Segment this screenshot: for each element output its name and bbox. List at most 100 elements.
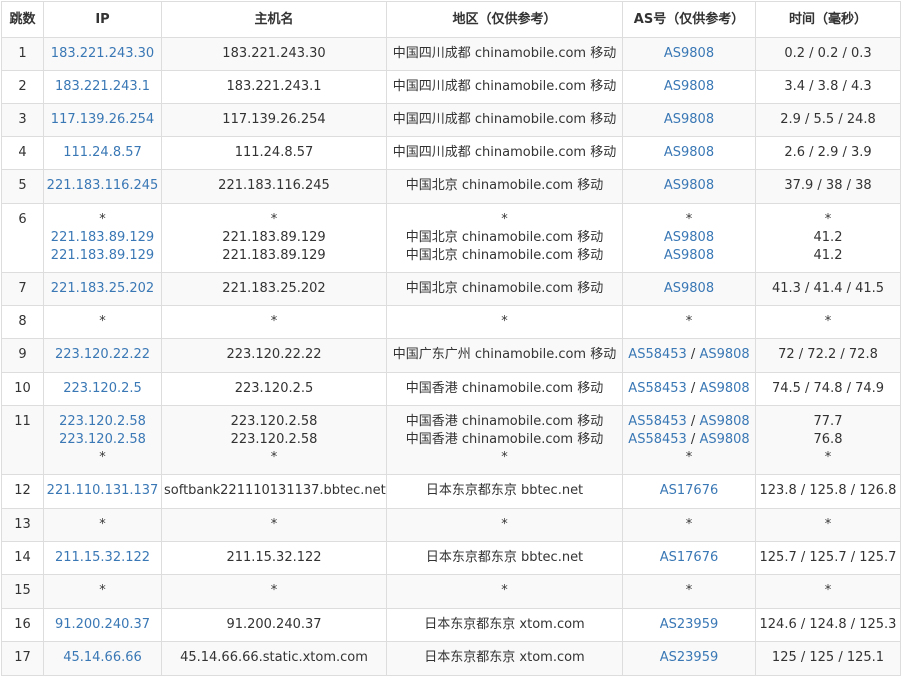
asn-link[interactable]: AS9808 [664,281,714,296]
asn-link[interactable]: AS58453 [628,432,687,447]
asn-link[interactable]: AS23959 [660,650,719,665]
asn-link[interactable]: AS9808 [664,248,714,263]
asn-link[interactable]: AS9808 [699,381,749,396]
asn-line: AS23959 [625,616,753,634]
hostname-cell: 183.221.243.1 [161,70,387,104]
asn-link[interactable]: AS9808 [664,145,714,160]
asn-link[interactable]: AS9808 [699,432,749,447]
asn-line: AS9808 [625,229,753,247]
ip-link[interactable]: 221.183.25.202 [46,280,159,298]
asn-line: AS9808 [625,247,753,265]
asn-link[interactable]: AS58453 [628,414,687,429]
asn-link[interactable]: AS9808 [664,230,714,245]
hostname-cell: * [161,305,387,339]
time-value: 2.6 / 2.9 / 3.9 [784,145,872,160]
ip-link[interactable]: 183.221.243.30 [46,45,159,63]
asn-cell: AS9808 [622,103,756,137]
time-cell: 0.2 / 0.2 / 0.3 [755,37,901,71]
ip-link[interactable]: 221.110.131.137 [46,482,159,500]
asn-link[interactable]: AS9808 [664,178,714,193]
ip-cell: 223.120.22.22 [43,338,162,373]
ip-link[interactable]: 221.183.89.129 [46,229,159,247]
ip-cell: * [43,508,162,542]
hop-cell: 17 [1,641,44,676]
header-location: 地区（仅供参考） [386,1,623,38]
hostname-cell: 183.221.243.30 [161,37,387,71]
hostname-cell: softbank221110131137.bbtec.net [161,474,387,509]
table-row: 5 221.183.116.245 221.183.116.245 中国北京 chin… [1,169,901,204]
asn-link[interactable]: AS9808 [664,46,714,61]
ip-link[interactable]: 183.221.243.1 [46,78,159,96]
hostname-value: 183.221.243.30 [222,46,326,61]
asn-link[interactable]: AS9808 [664,112,714,127]
ip-link[interactable]: 117.139.26.254 [46,111,159,129]
hostname-cell: * [161,508,387,542]
asn-link[interactable]: AS17676 [660,550,719,565]
location-cell: 日本东京都东京 xtom.com [386,641,623,676]
time-cell: 77.7 76.8 * [755,405,901,475]
asn-link: * [685,212,693,227]
ip-link[interactable]: 111.24.8.57 [46,144,159,162]
ip-link[interactable]: 91.200.240.37 [46,616,159,634]
location-value: 中国广东广州 chinamobile.com 移动 [392,347,617,362]
table-row: 9 223.120.22.22 223.120.22.22 中国广东广州 chinam… [1,338,901,373]
asn-link: * [685,517,693,532]
location-cell: 中国香港 chinamobile.com 移动 [386,372,623,406]
asn-cell: AS9808 [622,272,756,306]
asn-separator: / [686,381,700,396]
asn-line: AS17676 [625,482,753,500]
hostname-value: * [270,450,278,465]
asn-cell: * [622,508,756,542]
asn-cell: AS58453 / AS9808 [622,338,756,373]
asn-line: AS23959 [625,649,753,667]
asn-cell: * AS9808 AS9808 [622,203,756,273]
location-value: * [501,212,508,227]
table-row: 13 * * * * * [1,508,901,542]
asn-cell: AS17676 [622,474,756,509]
ip-link[interactable]: 223.120.22.22 [46,346,159,364]
time-value: * [824,517,832,532]
ip-link[interactable]: 223.120.2.5 [46,380,159,398]
ip-link[interactable]: 223.120.2.58 [46,431,159,449]
hop-cell: 1 [1,37,44,71]
time-cell: 124.6 / 124.8 / 125.3 [755,608,901,642]
asn-cell: * [622,574,756,609]
location-cell: 日本东京都东京 bbtec.net [386,474,623,509]
table-body: 1 183.221.243.30 183.221.243.30 中国四川成都 chin… [1,37,901,676]
asn-link[interactable]: AS58453 [628,347,687,362]
time-value: 41.3 / 41.4 / 41.5 [771,281,885,296]
ip-cell: * [43,574,162,609]
hostname-value: * [270,583,278,598]
table-row: 6 * 221.183.89.129 221.183.89.129 * 221.183.8… [1,203,901,273]
asn-link[interactable]: AS9808 [699,347,749,362]
ip-link[interactable]: 211.15.32.122 [46,549,159,567]
time-value: 3.4 / 3.8 / 4.3 [784,79,872,94]
location-cell: 中国四川成都 chinamobile.com 移动 [386,136,623,170]
header-hop: 跳数 [1,1,44,38]
table-row: 2 183.221.243.1 183.221.243.1 中国四川成都 chinam… [1,70,901,104]
hop-cell: 3 [1,103,44,137]
asn-line: AS58453 / AS9808 [625,346,753,364]
asn-line: * [625,211,753,229]
hostname-cell: 211.15.32.122 [161,541,387,575]
ip-link[interactable]: 223.120.2.58 [46,413,159,431]
asn-link[interactable]: AS9808 [664,79,714,94]
asn-line: AS17676 [625,549,753,567]
location-value: 中国北京 chinamobile.com 移动 [405,178,604,193]
asn-link[interactable]: AS17676 [660,483,719,498]
hop-cell: 8 [1,305,44,339]
hop-cell: 10 [1,372,44,406]
ip-link[interactable]: 221.183.116.245 [46,177,159,195]
asn-line: AS58453 / AS9808 [625,431,753,449]
asn-line: * [625,582,753,600]
asn-link[interactable]: AS9808 [699,414,749,429]
location-value: 中国四川成都 chinamobile.com 移动 [392,112,617,127]
asn-link[interactable]: AS23959 [660,617,719,632]
ip-cell: 223.120.2.5 [43,372,162,406]
ip-link[interactable]: 221.183.89.129 [46,247,159,265]
ip-link[interactable]: 45.14.66.66 [46,649,159,667]
location-cell: * 中国北京 chinamobile.com 移动 中国北京 chinamobile… [386,203,623,273]
asn-link[interactable]: AS58453 [628,381,687,396]
asn-line: * [625,449,753,467]
time-value: 74.5 / 74.8 / 74.9 [771,381,885,396]
